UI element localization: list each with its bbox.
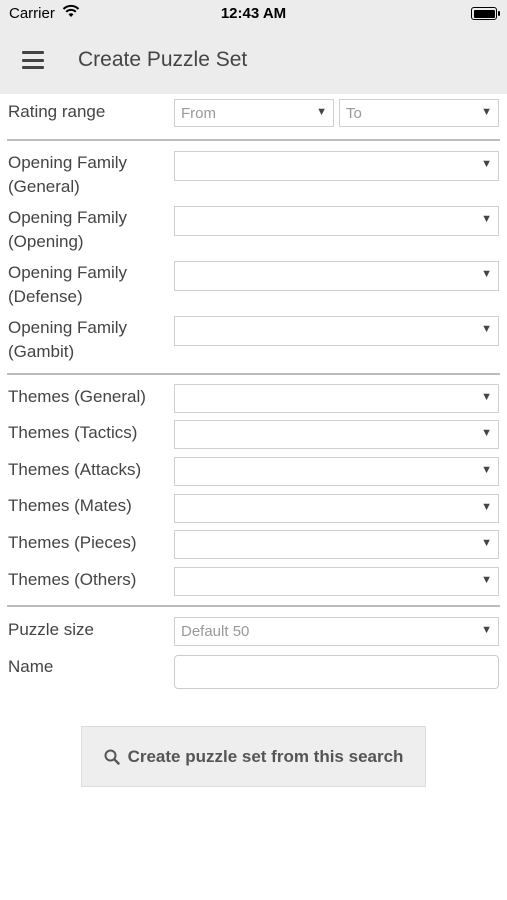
dropdown-caret-icon: ▼: [481, 537, 492, 549]
nav-bar: Create Puzzle Set: [0, 28, 507, 94]
dropdown-caret-icon: ▼: [481, 624, 492, 636]
dropdown-caret-icon: ▼: [481, 391, 492, 403]
themes-others-label: Themes (Others): [8, 570, 137, 589]
search-icon: [104, 749, 120, 765]
dropdown-caret-icon: ▼: [316, 106, 327, 118]
puzzle-size-label: Puzzle size: [8, 620, 94, 639]
themes-attacks-select[interactable]: ▼: [174, 457, 499, 486]
opening-opening-label: Opening Family (Opening): [8, 208, 128, 251]
dropdown-caret-icon: ▼: [481, 427, 492, 439]
menu-icon[interactable]: [22, 51, 44, 69]
themes-general-select[interactable]: ▼: [174, 384, 499, 413]
clock: 12:43 AM: [220, 5, 287, 22]
themes-tactics-select[interactable]: ▼: [174, 420, 499, 449]
opening-gambit-label: Opening Family (Gambit): [8, 318, 128, 361]
themes-mates-select[interactable]: ▼: [174, 494, 499, 523]
themes-general-label: Themes (General): [8, 387, 146, 406]
opening-general-label: Opening Family (General): [8, 153, 128, 196]
puzzle-size-select[interactable]: Default 50 ▼: [174, 617, 499, 646]
dropdown-caret-icon: ▼: [481, 323, 492, 335]
page-title: Create Puzzle Set: [78, 48, 248, 71]
opening-gambit-select[interactable]: ▼: [174, 316, 499, 346]
divider: [7, 373, 500, 375]
themes-mates-label: Themes (Mates): [8, 496, 132, 515]
dropdown-caret-icon: ▼: [481, 158, 492, 170]
dropdown-caret-icon: ▼: [481, 464, 492, 476]
rating-range-label: Rating range: [8, 102, 106, 121]
opening-opening-select[interactable]: ▼: [174, 206, 499, 236]
battery-icon: [471, 7, 500, 20]
dropdown-caret-icon: ▼: [481, 213, 492, 225]
themes-tactics-label: Themes (Tactics): [8, 423, 138, 442]
opening-general-select[interactable]: ▼: [174, 151, 499, 181]
rating-to-select[interactable]: To ▼: [339, 99, 499, 127]
create-puzzle-set-label: Create puzzle set from this search: [127, 747, 404, 766]
name-label: Name: [8, 657, 54, 676]
opening-defense-select[interactable]: ▼: [174, 261, 499, 291]
themes-pieces-select[interactable]: ▼: [174, 530, 499, 559]
themes-attacks-label: Themes (Attacks): [8, 460, 142, 479]
themes-pieces-label: Themes (Pieces): [8, 533, 137, 552]
opening-defense-label: Opening Family (Defense): [8, 263, 128, 306]
dropdown-caret-icon: ▼: [481, 501, 492, 513]
themes-others-select[interactable]: ▼: [174, 567, 499, 596]
rating-from-select[interactable]: From ▼: [174, 99, 334, 127]
status-bar: Carrier 12:43 AM: [0, 0, 507, 28]
dropdown-caret-icon: ▼: [481, 268, 492, 280]
dropdown-caret-icon: ▼: [481, 574, 492, 586]
dropdown-caret-icon: ▼: [481, 106, 492, 118]
name-input[interactable]: [174, 655, 499, 689]
divider: [7, 605, 500, 607]
divider: [7, 139, 500, 141]
create-puzzle-set-button[interactable]: Create puzzle set from this search: [81, 726, 426, 787]
